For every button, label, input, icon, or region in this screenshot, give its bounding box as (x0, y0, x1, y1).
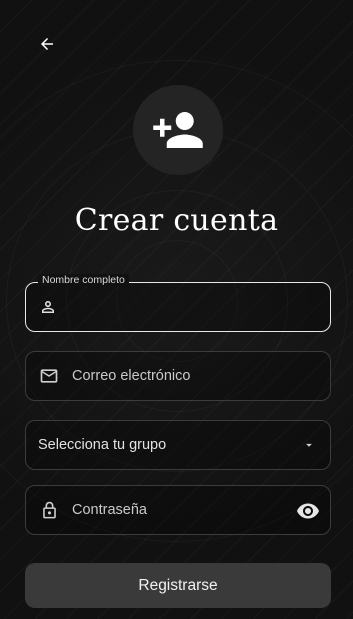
full-name-input[interactable] (70, 282, 330, 332)
arrow-left-icon (41, 38, 53, 50)
page-title: Crear cuenta (74, 203, 279, 238)
lock-icon (26, 501, 72, 520)
dropdown-arrow-icon (306, 443, 312, 447)
mail-icon (26, 366, 72, 386)
person-add-icon (153, 112, 203, 148)
person-icon (26, 298, 70, 316)
email-field[interactable]: Correo electrónico (25, 351, 331, 401)
full-name-label: Nombre completo (38, 274, 129, 286)
back-button[interactable] (33, 30, 61, 58)
full-name-field[interactable]: Nombre completo (25, 274, 331, 332)
password-field[interactable]: Contraseña (25, 485, 331, 535)
register-button[interactable]: Registrarse (25, 563, 331, 608)
group-select[interactable]: Selecciona tu grupo (25, 420, 331, 470)
avatar (133, 85, 223, 175)
group-select-value: Selecciona tu grupo (38, 437, 167, 453)
eye-icon[interactable] (296, 499, 320, 523)
password-placeholder: Contraseña (72, 502, 147, 518)
email-placeholder: Correo electrónico (72, 368, 191, 384)
